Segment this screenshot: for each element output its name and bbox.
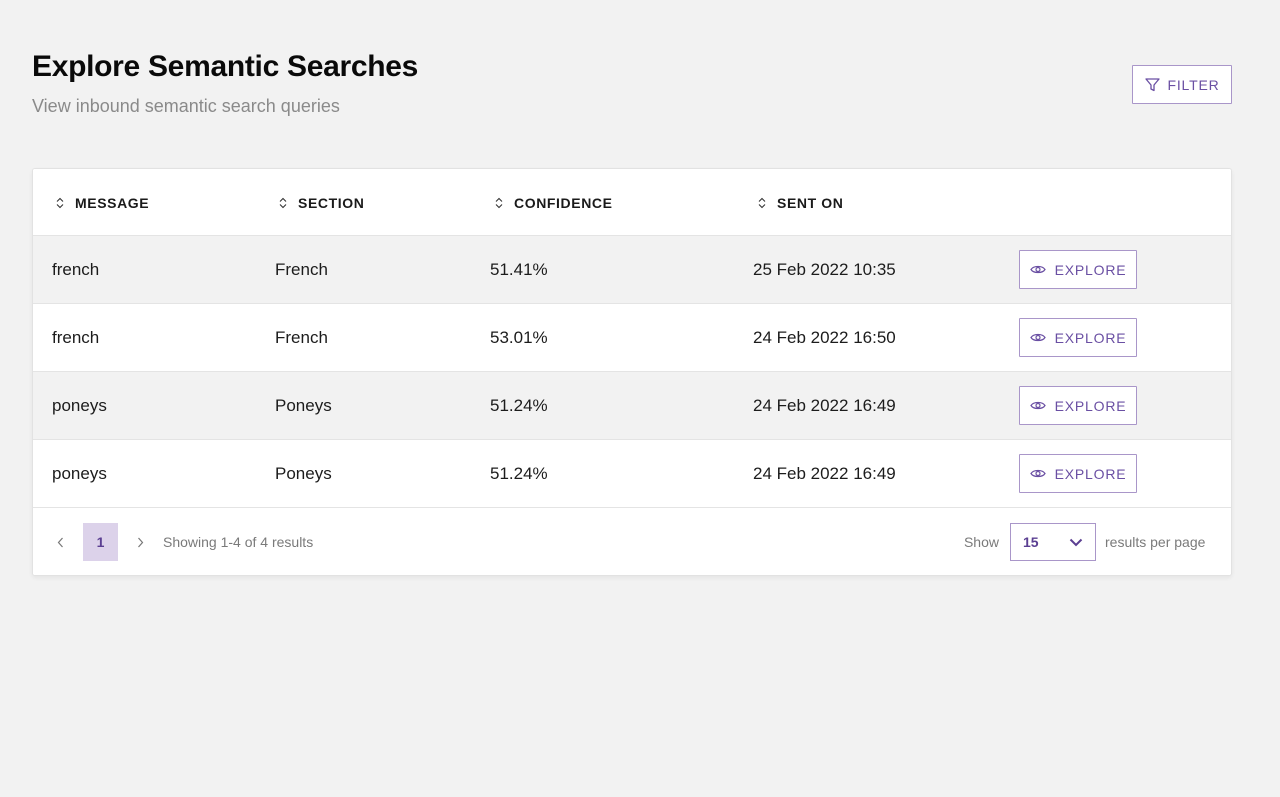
chevron-down-icon: [1069, 534, 1083, 550]
message-cell: poneys: [52, 463, 107, 483]
column-header-section[interactable]: SECTION: [278, 169, 364, 236]
searches-table: MESSAGE SECTION CONFIDENCE SENT ON frenc…: [32, 168, 1232, 576]
table-row: poneys Poneys 51.24% 24 Feb 2022 16:49 E…: [33, 372, 1231, 440]
confidence-cell: 53.01%: [490, 327, 548, 347]
page: Explore Semantic Searches View inbound s…: [0, 0, 1280, 797]
confidence-cell: 51.24%: [490, 395, 548, 415]
table-row: french French 53.01% 24 Feb 2022 16:50 E…: [33, 304, 1231, 372]
page-title: Explore Semantic Searches: [32, 50, 419, 83]
sort-icon: [55, 196, 65, 210]
explore-button[interactable]: EXPLORE: [1019, 318, 1137, 357]
table-header-row: MESSAGE SECTION CONFIDENCE SENT ON: [33, 169, 1231, 236]
page-header: Explore Semantic Searches View inbound s…: [32, 50, 1232, 130]
sent-on-cell: 24 Feb 2022 16:49: [753, 463, 896, 483]
eye-icon: [1029, 466, 1046, 482]
sort-icon: [494, 196, 504, 210]
column-header-message[interactable]: MESSAGE: [55, 169, 149, 236]
chevron-right-icon[interactable]: [132, 532, 148, 552]
per-page-value: 15: [1023, 534, 1039, 550]
confidence-cell: 51.24%: [490, 463, 548, 483]
sent-on-cell: 25 Feb 2022 10:35: [753, 259, 896, 279]
message-cell: poneys: [52, 395, 107, 415]
pagination-bar: 1 Showing 1-4 of 4 results Show 15 resul…: [33, 508, 1231, 575]
eye-icon: [1029, 262, 1046, 278]
eye-icon: [1029, 330, 1046, 346]
explore-button-label: EXPLORE: [1054, 397, 1127, 414]
explore-button-label: EXPLORE: [1054, 261, 1127, 278]
section-cell: Poneys: [275, 395, 332, 415]
confidence-cell: 51.41%: [490, 259, 548, 279]
chevron-left-icon[interactable]: [52, 532, 68, 552]
column-header-label: MESSAGE: [75, 194, 150, 211]
sent-on-cell: 24 Feb 2022 16:49: [753, 395, 896, 415]
sent-on-cell: 24 Feb 2022 16:50: [753, 327, 896, 347]
column-header-sent-on[interactable]: SENT ON: [757, 169, 843, 236]
column-header-label: SENT ON: [777, 194, 844, 211]
per-page-select[interactable]: 15: [1010, 523, 1096, 561]
column-header-label: CONFIDENCE: [514, 194, 613, 211]
message-cell: french: [52, 259, 100, 279]
filter-button-label: FILTER: [1167, 76, 1220, 93]
section-cell: French: [275, 259, 328, 279]
column-header-label: SECTION: [298, 194, 365, 211]
page-subtitle: View inbound semantic search queries: [32, 96, 340, 116]
explore-button-label: EXPLORE: [1054, 329, 1127, 346]
section-cell: French: [275, 327, 328, 347]
explore-button[interactable]: EXPLORE: [1019, 250, 1137, 289]
per-page-label: results per page: [1105, 534, 1206, 550]
sort-icon: [278, 196, 288, 210]
funnel-icon: [1144, 77, 1160, 92]
table-row: french French 51.41% 25 Feb 2022 10:35 E…: [33, 236, 1231, 304]
message-cell: french: [52, 327, 100, 347]
show-label: Show: [963, 534, 999, 550]
results-summary: Showing 1-4 of 4 results: [163, 534, 314, 550]
table-row: poneys Poneys 51.24% 24 Feb 2022 16:49 E…: [33, 440, 1231, 508]
page-button-current[interactable]: 1: [83, 523, 118, 561]
column-header-confidence[interactable]: CONFIDENCE: [494, 169, 613, 236]
explore-button[interactable]: EXPLORE: [1019, 454, 1137, 493]
explore-button-label: EXPLORE: [1054, 465, 1127, 482]
sort-icon: [757, 196, 767, 210]
explore-button[interactable]: EXPLORE: [1019, 386, 1137, 425]
eye-icon: [1029, 398, 1046, 414]
section-cell: Poneys: [275, 463, 332, 483]
filter-button[interactable]: FILTER: [1132, 65, 1232, 104]
